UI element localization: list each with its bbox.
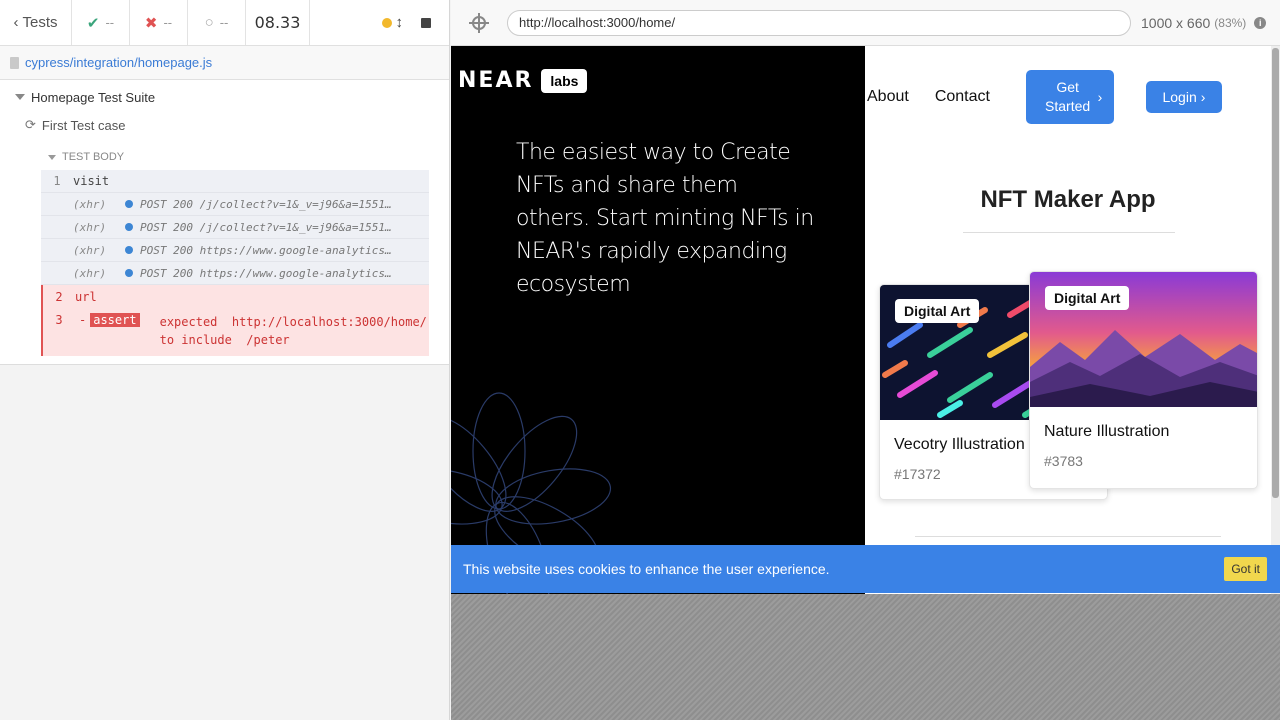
chevron-right-icon: › [1097, 88, 1103, 105]
app-frame: NEAR labs The easiest way to Create NFTs… [451, 46, 1280, 594]
pending-count: ○ -- [188, 0, 246, 45]
xhr-row[interactable]: (xhr) POST 200 /j/collect?v=1&_v=j96&a=1… [41, 216, 429, 239]
tests-label: Tests [22, 14, 58, 31]
nav-contact[interactable]: Contact [935, 88, 990, 106]
cookie-banner: This website uses cookies to enhance the… [451, 545, 1280, 593]
runnables-list: Homepage Test Suite ⟳ First Test case TE… [0, 80, 449, 365]
scrollbar[interactable] [1271, 46, 1280, 594]
get-started-button[interactable]: Get Started › [1025, 70, 1114, 124]
viewport-info: 1000 x 660 (83%) i [1141, 15, 1267, 31]
xhr-row[interactable]: (xhr) POST 200 /j/collect?v=1&_v=j96&a=1… [41, 193, 429, 216]
crosshair-icon [469, 12, 489, 33]
hero-text: The easiest way to Create NFTs and share… [516, 140, 814, 297]
top-nav: About Contact Get Started › Login › [865, 70, 1280, 124]
page-title: NFT Maker App [980, 186, 1156, 213]
url-field[interactable]: http://localhost:3000/home/ [507, 9, 1131, 36]
auto-scroll-toggle[interactable]: ↕ [381, 14, 404, 31]
divider [963, 232, 1175, 233]
cookie-message: This website uses cookies to enhance the… [463, 561, 830, 577]
suite-title[interactable]: Homepage Test Suite [0, 84, 449, 110]
command-row[interactable]: 1 visit [41, 170, 429, 193]
category-badge: Digital Art [895, 299, 980, 323]
duration: 08.33 [246, 0, 310, 45]
passed-count: ✔ -- [72, 0, 130, 45]
spec-file-row: cypress/integration/homepage.js [0, 46, 449, 80]
category-badge: Digital Art [1045, 286, 1130, 310]
back-to-tests-button[interactable]: ‹ Tests [0, 0, 72, 45]
nft-card[interactable]: Digital Art Nature Illustration #3783 [1029, 271, 1258, 489]
refresh-icon: ⟳ [25, 117, 36, 132]
test-title[interactable]: ⟳ First Test case [0, 110, 449, 140]
xhr-dot-icon [125, 269, 133, 277]
check-icon: ✔ [86, 14, 100, 32]
command-log: 1 visit (xhr) POST 200 /j/collect?v=1&_v… [41, 170, 429, 356]
test-body-header[interactable]: TEST BODY [0, 144, 449, 170]
nav-about[interactable]: About [867, 88, 909, 106]
logo[interactable]: NEAR labs [458, 68, 588, 93]
x-icon: ✖ [144, 14, 158, 32]
spec-file-link[interactable]: cypress/integration/homepage.js [25, 55, 212, 70]
login-button[interactable]: Login › [1145, 81, 1222, 113]
chevron-left-icon: ‹ [13, 14, 19, 31]
updown-arrow-icon: ↕ [395, 14, 404, 31]
circle-icon: ○ [204, 14, 214, 31]
reporter-panel: ‹ Tests ✔ -- ✖ -- ○ -- 08.33 ↕ cypress/i… [0, 0, 450, 720]
status-dot-icon [381, 17, 392, 28]
chevron-right-icon: › [1200, 89, 1206, 105]
reporter-header: ‹ Tests ✔ -- ✖ -- ○ -- 08.33 ↕ [0, 0, 449, 46]
card-title: Nature Illustration [1044, 423, 1170, 440]
hero-section: NEAR labs The easiest way to Create NFTs… [451, 46, 865, 594]
info-icon[interactable]: i [1254, 16, 1267, 29]
xhr-dot-icon [125, 200, 133, 208]
scrollbar-thumb[interactable] [1272, 48, 1279, 498]
assert-message: expected http://localhost:3000/home/ to … [159, 315, 427, 347]
assert-badge: assert [90, 313, 140, 327]
card-image: Digital Art [1030, 272, 1257, 407]
logo-text: NEAR [458, 68, 534, 93]
caret-down-icon [48, 154, 56, 160]
xhr-row[interactable]: (xhr) POST 200 https://www.google-analyt… [41, 239, 429, 262]
stop-icon[interactable] [421, 17, 431, 28]
logo-badge: labs [541, 68, 588, 93]
controls: ↕ [310, 0, 449, 45]
aut-header: http://localhost:3000/home/ 1000 x 660 (… [451, 0, 1280, 46]
command-row[interactable]: 2 url [41, 285, 429, 308]
xhr-row[interactable]: (xhr) POST 200 https://www.google-analyt… [41, 262, 429, 285]
selector-playground-button[interactable] [451, 12, 507, 33]
assert-row[interactable]: 3 - assert expected http://localhost:300… [41, 308, 429, 356]
xhr-dot-icon [125, 246, 133, 254]
xhr-dot-icon [125, 223, 133, 231]
card-id: #3783 [1044, 453, 1083, 469]
divider [915, 536, 1221, 537]
got-it-button[interactable]: Got it [1224, 557, 1267, 581]
caret-down-icon [15, 94, 25, 100]
file-icon [10, 56, 19, 69]
failed-count: ✖ -- [130, 0, 188, 45]
